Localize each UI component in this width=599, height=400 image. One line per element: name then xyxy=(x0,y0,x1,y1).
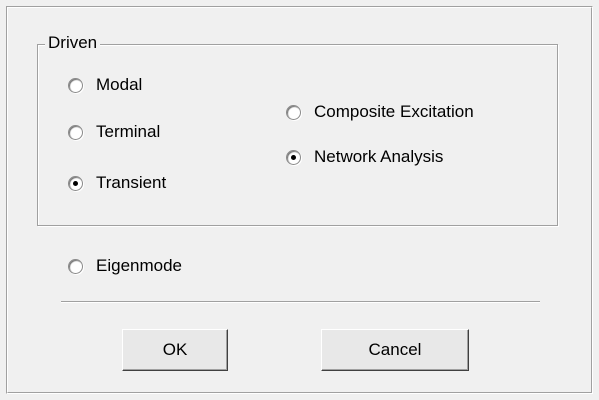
radio-eigenmode-indicator[interactable] xyxy=(68,258,83,274)
radio-terminal[interactable]: Terminal xyxy=(68,122,160,142)
radio-network-analysis-indicator[interactable] xyxy=(286,149,301,165)
cancel-button[interactable]: Cancel xyxy=(321,329,469,371)
radio-transient-indicator[interactable] xyxy=(68,175,83,191)
driven-group-label: Driven xyxy=(45,33,101,53)
radio-eigenmode-label: Eigenmode xyxy=(96,256,183,275)
radio-terminal-label: Terminal xyxy=(96,122,161,141)
radio-modal-label: Modal xyxy=(96,75,143,94)
separator-line xyxy=(61,301,540,303)
radio-composite-excitation-indicator[interactable] xyxy=(286,104,301,120)
radio-composite-excitation[interactable]: Composite Excitation xyxy=(286,102,474,122)
radio-eigenmode[interactable]: Eigenmode xyxy=(68,256,182,276)
radio-terminal-indicator[interactable] xyxy=(68,124,83,140)
radio-transient-label: Transient xyxy=(96,173,167,192)
radio-modal[interactable]: Modal xyxy=(68,75,142,95)
ok-button[interactable]: OK xyxy=(122,329,228,371)
radio-network-analysis[interactable]: Network Analysis xyxy=(286,147,443,167)
radio-network-analysis-label: Network Analysis xyxy=(314,147,444,166)
solution-type-dialog: Driven Modal Terminal Transient Composit… xyxy=(0,0,599,400)
radio-transient[interactable]: Transient xyxy=(68,173,166,193)
radio-composite-excitation-label: Composite Excitation xyxy=(314,102,474,121)
radio-modal-indicator[interactable] xyxy=(68,77,83,93)
